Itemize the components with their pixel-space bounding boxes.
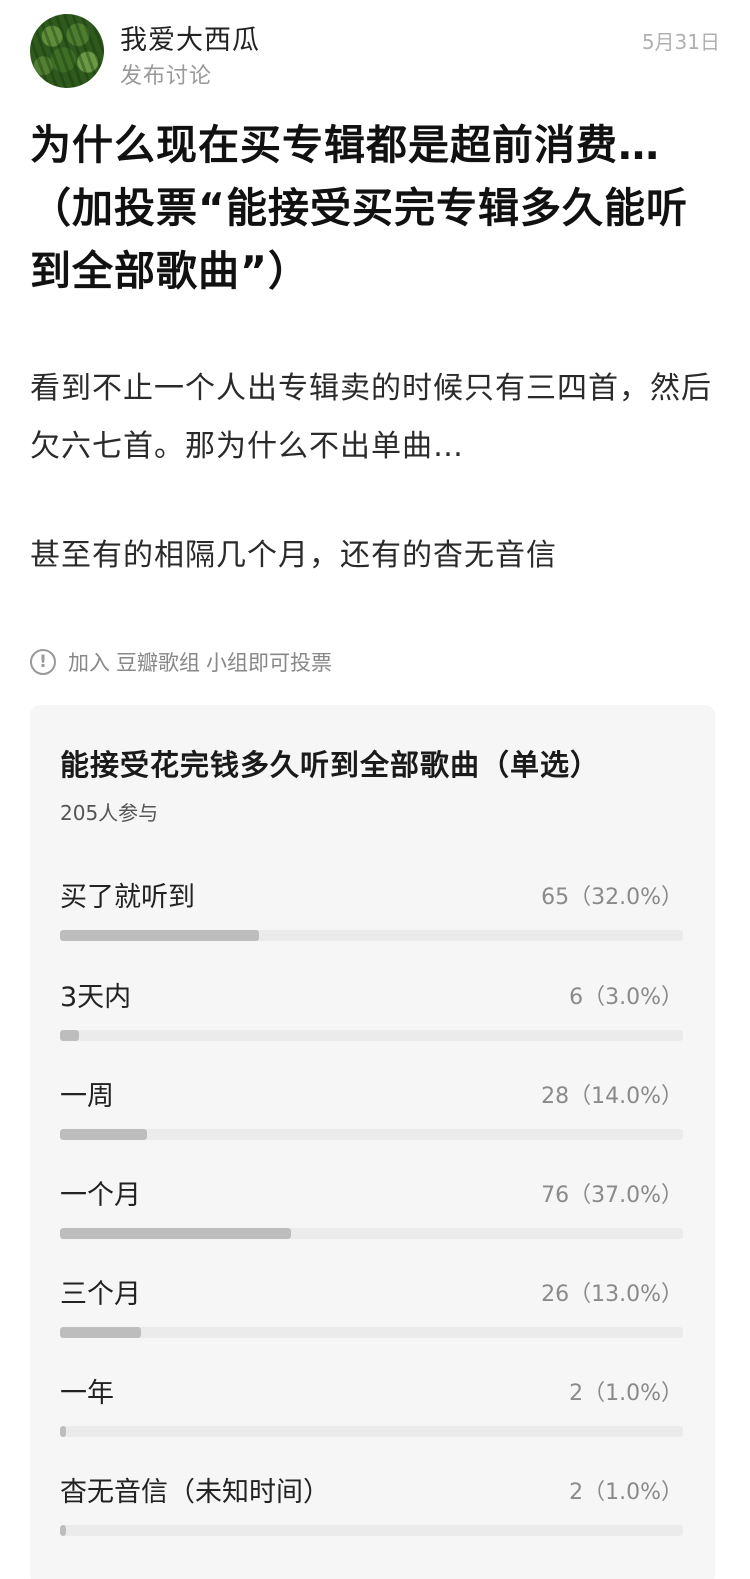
poll-option-stat: 28（14.0%） (541, 1084, 683, 1109)
poll-option-stat: 65（32.0%） (541, 885, 683, 910)
poll-bar-track (60, 1129, 683, 1140)
group-link[interactable]: 豆瓣歌组 (116, 647, 200, 677)
poll-bar-track (60, 1327, 683, 1338)
poll-bar-fill (60, 1426, 67, 1437)
post-paragraph: 看到不止一个人出专辑卖的时候只有三四首，然后欠六七首。那为什么不出单曲… (30, 371, 712, 464)
poll-bar-track (60, 1525, 683, 1536)
post-title: 为什么现在买专辑都是超前消费…（加投票“能接受买完专辑多久能听到全部歌曲”） (30, 121, 688, 295)
poll-title: 能接受花完钱多久听到全部歌曲（单选） (60, 748, 601, 782)
poll-bar-fill (60, 1327, 141, 1338)
poll-bar-track (60, 1426, 683, 1437)
poll-participants: 205人参与 (60, 801, 159, 825)
poll-option-label: 一周 (60, 1081, 114, 1112)
poll-option-label: 一个月 (60, 1180, 141, 1211)
poll-option[interactable]: 3天内 6（3.0%） (60, 975, 683, 1065)
poll-bar-fill (60, 1129, 148, 1140)
poll-option-stat: 2（1.0%） (569, 1381, 683, 1406)
poll-bar-fill (60, 930, 260, 941)
poll-bar-fill (60, 1525, 67, 1536)
post-date: 5月31日 (641, 30, 720, 54)
notice-prefix: 加入 (68, 651, 110, 675)
notice-suffix: 小组即可投票 (206, 651, 332, 675)
poll-option-stat: 76（37.0%） (541, 1183, 683, 1208)
poll-option-label: 杳无音信（未知时间） (60, 1477, 330, 1508)
poll-bar-track (60, 930, 683, 941)
poll-option-label: 3天内 (60, 982, 132, 1013)
author-name[interactable]: 我爱大西瓜 (120, 18, 260, 57)
poll-option-label: 一年 (60, 1378, 114, 1409)
poll-card: 能接受花完钱多久听到全部歌曲（单选） 205人参与 买了就听到 65（32.0%… (30, 705, 715, 1579)
poll-option[interactable]: 杳无音信（未知时间） 2（1.0%） (60, 1470, 683, 1560)
poll-option[interactable]: 一个月 76（37.0%） (60, 1173, 683, 1263)
vote-notice: ! 加入 豆瓣歌组 小组即可投票 (30, 646, 332, 678)
poll-bar-track (60, 1228, 683, 1239)
poll-option[interactable]: 一年 2（1.0%） (60, 1371, 683, 1461)
post-header: 我爱大西瓜 发布讨论 5月31日 (30, 14, 720, 94)
post-paragraph: 甚至有的相隔几个月，还有的杳无音信 (30, 538, 557, 573)
poll-option[interactable]: 一周 28（14.0%） (60, 1074, 683, 1164)
avatar-image (30, 14, 104, 88)
poll-bar-track (60, 1030, 683, 1041)
author-action: 发布讨论 (120, 64, 213, 89)
poll-option-label: 三个月 (60, 1279, 141, 1310)
info-circle-icon: ! (30, 649, 56, 675)
poll-option[interactable]: 三个月 26（13.0%） (60, 1272, 683, 1362)
avatar[interactable] (30, 14, 104, 88)
poll-bar-fill (60, 1228, 291, 1239)
poll-option-stat: 6（3.0%） (569, 985, 683, 1010)
poll-option-label: 买了就听到 (60, 882, 195, 913)
poll-option-stat: 2（1.0%） (569, 1480, 683, 1505)
poll-bar-fill (60, 1030, 79, 1041)
poll-option-stat: 26（13.0%） (541, 1282, 683, 1307)
poll-option[interactable]: 买了就听到 65（32.0%） (60, 875, 683, 965)
